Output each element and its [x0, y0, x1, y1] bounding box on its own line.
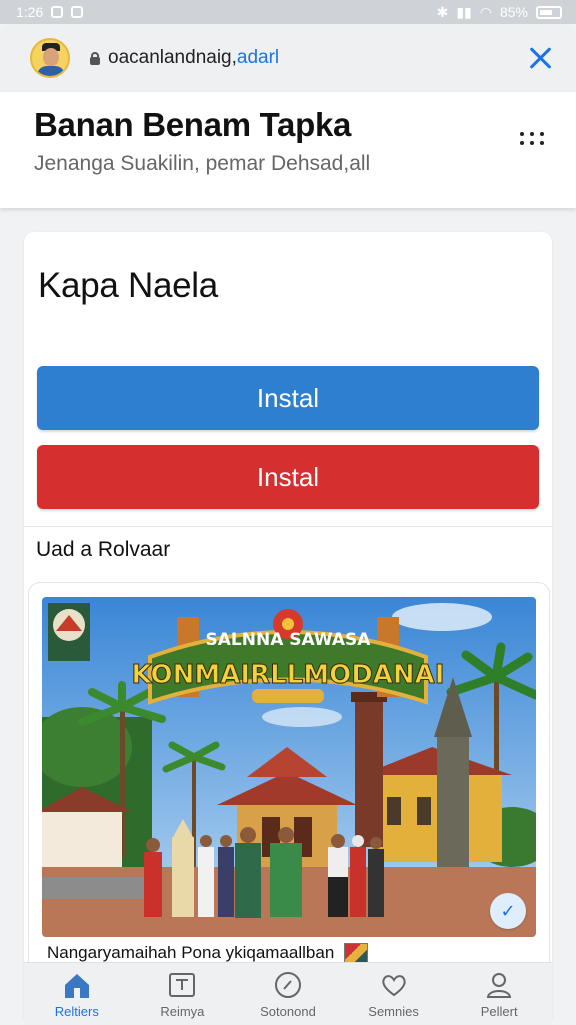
media-card[interactable]: SALNNA SAWASA KONMAIRLLMODANAI ✓ Nangary… [28, 582, 550, 974]
nav-label: Reltiers [54, 1003, 99, 1019]
compass-icon [273, 970, 303, 1000]
page-header: Banan Benam Tapka Jenanga Suakilin, pema… [0, 92, 576, 208]
battery-icon [536, 5, 562, 19]
profile-icon [484, 970, 514, 1000]
nav-item-semnies[interactable]: Semnies [344, 970, 444, 1019]
nav-label: Reimya [160, 1003, 205, 1019]
battery-percent: 85% [499, 4, 528, 20]
signal-icon: ▮▮ [456, 3, 472, 20]
nav-label: Pellert [480, 1003, 518, 1019]
section-label: Uad a Rolvaar [36, 538, 171, 561]
home-icon [62, 970, 92, 1000]
notification-icon [51, 6, 64, 18]
photo-sign-main: KONMAIRLLMODANAI [132, 660, 445, 690]
browser-url-bar: oacanlandnaig,adarl [0, 24, 576, 92]
install-button[interactable]: Instal [37, 366, 539, 430]
tab-icon [167, 970, 197, 1000]
photo-sign-top: SALNNA SAWASA [206, 630, 372, 650]
nav-item-reltiers[interactable]: Reltiers [27, 970, 127, 1019]
status-time: 1:26 [16, 4, 44, 20]
avatar[interactable] [30, 38, 70, 78]
lock-icon [90, 52, 100, 65]
nav-item-pellert[interactable]: Pellert [449, 970, 549, 1019]
page-title: Banan Benam Tapka [34, 106, 352, 143]
check-icon[interactable]: ✓ [490, 893, 526, 929]
divider [24, 526, 552, 527]
status-bar: 1:26 ✱ ▮▮ ◠ 85% [0, 0, 576, 24]
app-card: Kapa Naela Instal Instal Uad a Rolvaar S… [24, 232, 552, 1024]
photo-caption: Nangaryamaihah Pona ykiqamaallban [47, 943, 369, 963]
wifi-icon: ◠ [479, 3, 492, 20]
url-prefix: oacanlandnaig, [108, 47, 237, 68]
nav-item-sotonond[interactable]: Sotonond [238, 970, 338, 1019]
nav-label: Semnies [368, 1003, 419, 1019]
heart-icon [379, 970, 409, 1000]
nav-label: Sotonond [260, 1003, 316, 1019]
bottom-navigation: Reltiers Reimya Sotonond Semnies Pellert [24, 962, 552, 1025]
url-text[interactable]: oacanlandnaig,adarl [108, 47, 279, 69]
caption-thumbnail [344, 943, 369, 963]
app-title: Kapa Naela [38, 266, 218, 305]
caption-text: Nangaryamaihah Pona ykiqamaallban [47, 943, 335, 962]
nav-item-reimya[interactable]: Reimya [132, 970, 232, 1019]
more-options-icon[interactable] [520, 132, 544, 148]
page-subtitle: Jenanga Suakilin, pemar Dehsad,all [34, 152, 371, 175]
close-icon[interactable] [526, 44, 554, 72]
app-notification-icon [71, 6, 84, 18]
bluetooth-icon: ✱ [436, 3, 449, 20]
url-domain: adarl [236, 47, 280, 68]
install-button-secondary[interactable]: Instal [37, 445, 539, 509]
photo[interactable]: SALNNA SAWASA KONMAIRLLMODANAI ✓ [42, 597, 536, 937]
